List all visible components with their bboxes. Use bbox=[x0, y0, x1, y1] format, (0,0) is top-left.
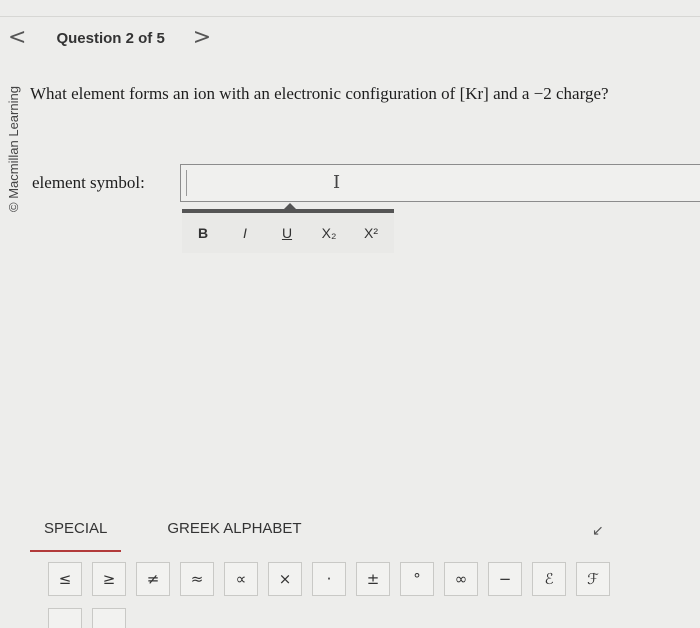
prev-question-button[interactable]: < bbox=[8, 27, 26, 49]
symbol-button[interactable]: ≤ bbox=[48, 562, 82, 596]
format-toolbar: B I U X₂ X² bbox=[182, 209, 394, 253]
symbol-button[interactable]: ℰ bbox=[532, 562, 566, 596]
symbol-button[interactable]: ∞ bbox=[444, 562, 478, 596]
symbol-button[interactable]: ≈ bbox=[180, 562, 214, 596]
symbol-button[interactable]: × bbox=[268, 562, 302, 596]
underline-button[interactable]: U bbox=[266, 225, 308, 241]
next-question-button[interactable]: > bbox=[193, 27, 211, 49]
symbol-button[interactable]: ± bbox=[356, 562, 390, 596]
symbol-button[interactable] bbox=[92, 608, 126, 628]
collapse-icon[interactable]: ↙ bbox=[592, 522, 604, 539]
tab-special[interactable]: SPECIAL bbox=[30, 520, 122, 552]
symbol-button[interactable]: ≠ bbox=[136, 562, 170, 596]
symbol-button[interactable]: ° bbox=[400, 562, 434, 596]
ibeam-icon: I bbox=[333, 172, 341, 193]
element-symbol-label: element symbol: bbox=[32, 173, 145, 192]
symbol-palette: ≤ ≥ ≠ ≈ ∝ × · ± ° ∞ − ℰ ℱ bbox=[48, 562, 620, 596]
top-divider bbox=[0, 16, 700, 17]
text-caret bbox=[186, 170, 187, 196]
superscript-button[interactable]: X² bbox=[350, 225, 392, 241]
element-symbol-input[interactable] bbox=[180, 164, 700, 202]
symbol-button[interactable]: ℱ bbox=[576, 562, 610, 596]
macmillan-credit: © Macmillan Learning bbox=[6, 86, 21, 212]
tab-greek-alphabet[interactable]: GREEK ALPHABET bbox=[153, 520, 315, 550]
bold-button[interactable]: B bbox=[182, 225, 224, 241]
symbol-button[interactable]: ∝ bbox=[224, 562, 258, 596]
palette-tabs: SPECIAL GREEK ALPHABET bbox=[30, 520, 348, 552]
symbol-button[interactable]: ≥ bbox=[92, 562, 126, 596]
symbol-button[interactable]: − bbox=[488, 562, 522, 596]
symbol-button[interactable] bbox=[48, 608, 82, 628]
symbol-palette-row-2 bbox=[48, 608, 136, 628]
question-text: What element forms an ion with an electr… bbox=[30, 84, 609, 103]
italic-button[interactable]: I bbox=[224, 225, 266, 241]
question-nav: < Question 2 of 5 > bbox=[8, 26, 211, 50]
symbol-button[interactable]: · bbox=[312, 562, 346, 596]
question-counter: Question 2 of 5 bbox=[56, 29, 165, 47]
subscript-button[interactable]: X₂ bbox=[308, 225, 350, 241]
